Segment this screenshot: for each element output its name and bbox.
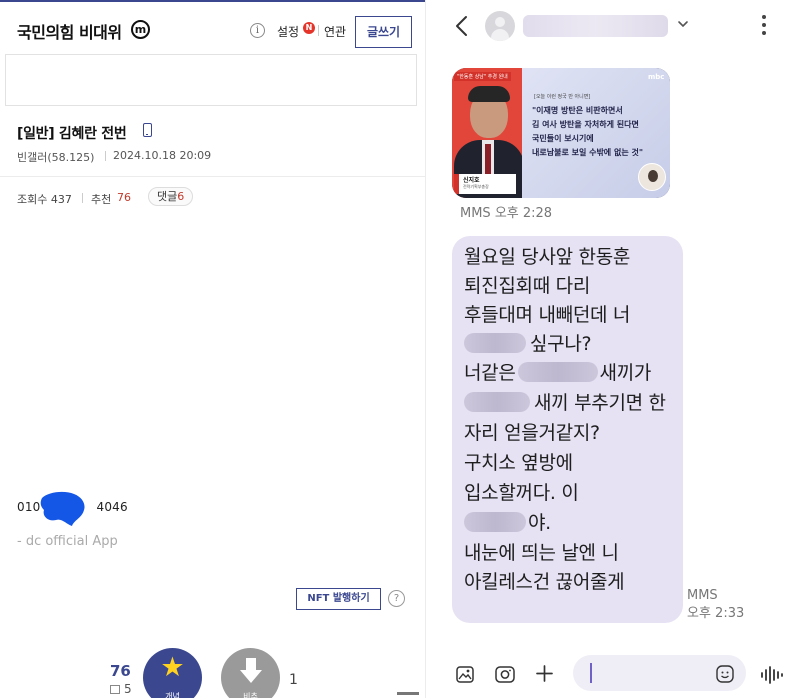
message-line-with-redaction: 야. xyxy=(464,508,551,535)
message-line: 월요일 당사앞 한동훈 xyxy=(464,246,631,268)
write-button[interactable]: 글쓰기 xyxy=(355,16,412,48)
redacted-text xyxy=(517,362,598,382)
phone-prefix: 010 xyxy=(17,500,41,514)
message-line: 자리 얻을거같지? xyxy=(464,422,600,444)
related-link[interactable]: 연관 xyxy=(324,23,346,40)
comment-label: 댓글 xyxy=(157,190,178,203)
plus-icon[interactable] xyxy=(535,664,554,683)
mms-image-attachment[interactable]: 신지호 전략기획부총장 "한동훈 상남" 추경 원내 [오늘 이런 정국 만 아… xyxy=(452,68,670,198)
post-date: 2024.10.18 20:09 xyxy=(113,149,212,162)
compose-bar xyxy=(431,650,800,698)
divider xyxy=(0,176,425,177)
quote-line: 국민들이 보시기에 xyxy=(532,134,594,143)
redacted-text xyxy=(464,512,526,532)
contact-avatar[interactable] xyxy=(485,11,515,41)
person-tie xyxy=(485,144,491,174)
quote-line: 내로남불로 보일 수밖에 없는 것" xyxy=(532,148,643,157)
message-meta: MMS 오후 2:33 xyxy=(687,587,744,623)
messages-panel: 신지호 전략기획부총장 "한동훈 상남" 추경 원내 [오늘 이런 정국 만 아… xyxy=(431,0,800,698)
minor-gallery-icon: m xyxy=(131,20,150,39)
person-hair xyxy=(468,86,510,102)
message-time: 오후 2:33 xyxy=(687,606,745,621)
message-line: 입소할꺼다. 이 xyxy=(464,482,579,504)
message-line: 내눈에 띄는 날엔 니 xyxy=(464,542,619,564)
quote-line: 김 여사 방탄을 자처하게 된다면 xyxy=(532,120,639,129)
upvote-label: 개념 xyxy=(165,692,180,698)
scroll-bar[interactable] xyxy=(397,692,419,695)
new-badge: N xyxy=(303,22,315,34)
message-line: 구치소 옆방에 xyxy=(464,452,573,474)
arrow-down-icon xyxy=(240,658,262,683)
message-line-with-redaction: 너같은 새끼가 xyxy=(464,358,651,385)
post-title: [일반] 김혜란 전번 xyxy=(17,126,127,142)
caption-name: 신지호 xyxy=(463,177,480,184)
voice-input-icon[interactable] xyxy=(756,660,786,690)
text-caret xyxy=(590,663,592,683)
gallery-title[interactable]: 국민의힘 비대위 xyxy=(17,19,122,43)
downvote-button[interactable]: 비추 xyxy=(221,648,280,698)
star-icon: ★ xyxy=(160,652,185,683)
quote-text: "이재명 방탄은 비판하면서 김 여사 방탄을 자처하게 된다면 국민들이 보시… xyxy=(532,104,643,160)
message-line-with-redaction: 싶구나? xyxy=(464,329,592,356)
dc-post-panel: 국민의힘 비대위 m i 설정 N 연관 글쓰기 [일반] 김혜란 전번 빈갤러… xyxy=(0,0,425,698)
news-tag: "한동훈 상남" 추경 원내 xyxy=(454,72,511,81)
downvote-label: 비추 xyxy=(243,692,258,698)
mobile-icon xyxy=(143,123,152,137)
name-caption: 신지호 전략기획부총장 xyxy=(454,174,516,194)
fixed-user-icon xyxy=(110,685,120,694)
help-icon[interactable]: ? xyxy=(388,590,405,607)
camera-icon[interactable] xyxy=(495,666,515,683)
redacted-text xyxy=(464,392,530,412)
recommend-label: 추천 xyxy=(91,193,112,206)
caption-role: 전략기획부총장 xyxy=(463,184,489,189)
upvote-count: 76 xyxy=(110,662,131,680)
info-icon[interactable]: i xyxy=(250,23,265,38)
message-meta: MMS 오후 2:28 xyxy=(460,206,553,221)
header-divider xyxy=(318,25,319,36)
post-author[interactable]: 빈갤러(58.125) xyxy=(17,149,94,165)
recommend-count: 76 xyxy=(117,191,131,204)
broadcaster-logo: mbc xyxy=(648,73,665,81)
phone-suffix: 4046 xyxy=(96,500,128,514)
message-text: 야. xyxy=(528,512,551,534)
gallery-header: 국민의힘 비대위 m i 설정 N 연관 글쓰기 xyxy=(0,0,425,54)
message-text: 싶구나? xyxy=(530,333,592,355)
message-text: 새끼 부추기면 한 xyxy=(534,392,666,414)
message-text: 새끼가 xyxy=(599,362,652,384)
redaction-blot xyxy=(40,491,85,526)
meta-divider xyxy=(105,151,106,161)
contact-name-redacted[interactable] xyxy=(523,15,668,37)
message-type: MMS xyxy=(687,588,718,603)
fixed-user-value: 5 xyxy=(124,682,132,696)
message-input[interactable] xyxy=(573,655,746,691)
message-line: 퇴진집회때 다리 xyxy=(464,275,591,297)
more-options-icon[interactable] xyxy=(761,14,767,36)
message-text: 너같은 xyxy=(464,362,516,384)
message-line-with-redaction: 새끼 부추기면 한 xyxy=(464,388,666,415)
emoji-icon[interactable] xyxy=(716,665,734,683)
quote-line: "이재명 방탄은 비판하면서 xyxy=(532,106,623,115)
message-line: 아킬레스건 끊어줄게 xyxy=(464,571,625,593)
upvote-button[interactable]: ★ 개념 xyxy=(143,648,202,698)
comment-count: 6 xyxy=(177,190,185,203)
stat-divider xyxy=(82,193,83,203)
downvote-count: 1 xyxy=(289,672,298,688)
app-signature: - dc official App xyxy=(17,534,118,549)
gallery-icon[interactable] xyxy=(456,666,474,683)
setting-link[interactable]: 설정 xyxy=(277,23,299,40)
news-subhead: [오늘 이런 정국 만 아니면] xyxy=(534,94,591,100)
view-count: 조회수 437 xyxy=(17,193,72,206)
message-line: 후들대며 내빼던데 너 xyxy=(464,304,631,326)
nft-mint-button[interactable]: NFT 발행하기 xyxy=(296,588,381,610)
ad-banner[interactable] xyxy=(5,54,417,106)
back-arrow-icon[interactable] xyxy=(453,14,473,38)
fixed-user-count: 5 xyxy=(110,682,132,696)
sign-language-inset xyxy=(638,163,666,191)
redacted-text xyxy=(464,333,526,353)
chevron-down-icon[interactable] xyxy=(677,18,689,30)
comment-count-button[interactable]: 댓글6 xyxy=(148,187,194,206)
